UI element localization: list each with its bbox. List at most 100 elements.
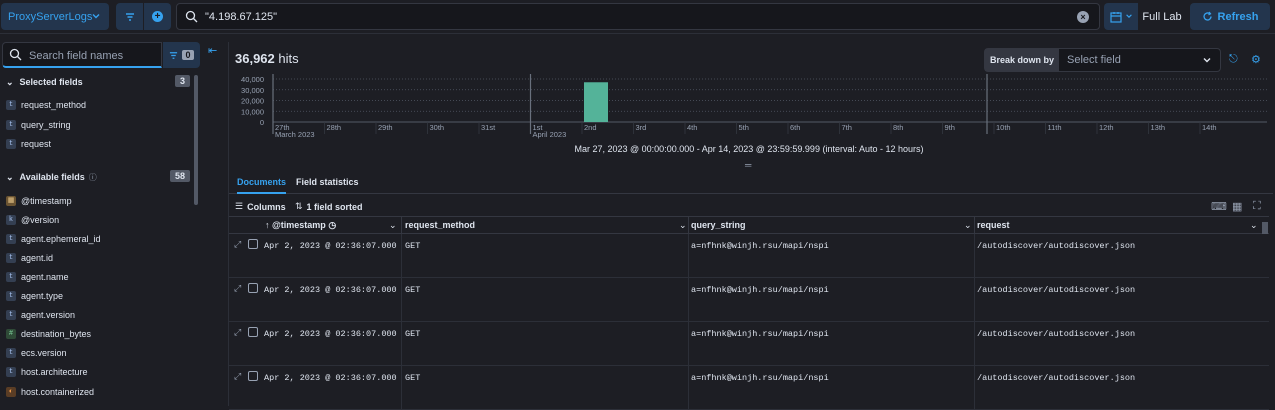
x-tick-label: 2nd — [584, 123, 597, 132]
histogram-chart[interactable]: 40,00030,00020,00010,000027thMarch 20232… — [229, 74, 1269, 174]
column-divider[interactable] — [401, 217, 402, 235]
top-bar: ProxyServerLogs + "4.198.67.125" × Full … — [0, 0, 1275, 34]
boolean-type-icon: ◐ — [6, 387, 16, 397]
field-item[interactable]: t request — [6, 136, 51, 152]
text-type-icon: t — [6, 139, 16, 149]
sidebar-scrollbar[interactable] — [194, 75, 198, 205]
field-item[interactable]: t agent.name — [6, 269, 69, 285]
expand-icon[interactable]: ⤢ — [234, 239, 241, 250]
available-fields-header[interactable]: ⌄ Available fields ⓘ 58 — [6, 169, 190, 185]
x-tick-label: 3rd — [636, 123, 647, 132]
column-divider — [688, 322, 689, 366]
refresh-button[interactable]: Refresh — [1190, 3, 1270, 30]
chevron-down-icon: ⌄ — [6, 76, 14, 87]
cell-request: /autodiscover/autodiscover.json — [977, 373, 1136, 383]
field-sidebar: Search field names 0 ⇤ ⌄ Selected fields… — [0, 35, 224, 406]
x-tick-label: 14th — [1202, 123, 1217, 132]
row-checkbox[interactable] — [248, 327, 258, 337]
filter-menu-button[interactable] — [116, 3, 143, 30]
column-divider — [974, 366, 975, 410]
tab-field-statistics[interactable]: Field statistics — [296, 177, 359, 187]
breakdown-value: Select field — [1059, 49, 1220, 71]
column-divider[interactable] — [688, 217, 689, 235]
row-checkbox[interactable] — [248, 239, 258, 249]
expand-icon[interactable]: ⤢ — [234, 371, 241, 382]
x-tick-label: 5th — [739, 123, 749, 132]
row-checkbox[interactable] — [248, 283, 258, 293]
field-item[interactable]: k @version — [6, 212, 59, 228]
field-item[interactable]: t request_method — [6, 97, 86, 113]
field-item[interactable]: t ecs.version — [6, 345, 67, 361]
documents-grid: ↑ @timestamp ◷ ⌄ request_method ⌄ query_… — [229, 216, 1269, 410]
table-row[interactable]: ⤢ Apr 2, 2023 @ 02:36:07.000 GET a=nfhnk… — [229, 366, 1269, 410]
chevron-down-icon[interactable]: ⌄ — [1250, 220, 1258, 231]
keyboard-icon[interactable]: ⌨ — [1211, 200, 1227, 213]
data-view-label: ProxyServerLogs — [8, 10, 93, 23]
field-item[interactable]: t agent.version — [6, 307, 75, 323]
column-header-timestamp[interactable]: ↑ @timestamp ◷ — [265, 220, 336, 231]
data-view-picker[interactable]: ProxyServerLogs — [1, 3, 109, 30]
chevron-down-icon[interactable]: ⌄ — [389, 220, 397, 231]
field-item[interactable]: t query_string — [6, 117, 71, 133]
field-item[interactable]: # destination_bytes — [6, 326, 91, 342]
visualize-icon[interactable]: ⎋ — [1229, 53, 1238, 66]
column-header-request[interactable]: request — [977, 220, 1010, 230]
column-header-request-method[interactable]: request_method — [405, 220, 475, 230]
row-checkbox[interactable] — [248, 371, 258, 381]
add-filter-button[interactable]: + — [144, 3, 171, 30]
field-item[interactable]: t agent.type — [6, 288, 63, 304]
field-type-filter-button[interactable]: 0 — [163, 42, 200, 68]
chevron-down-icon[interactable]: ⌄ — [964, 220, 972, 231]
resize-handle-icon[interactable]: ═ — [745, 160, 751, 170]
grid-scrollbar[interactable] — [1262, 222, 1268, 234]
column-divider — [401, 366, 402, 410]
field-item[interactable]: t host.architecture — [6, 364, 88, 380]
cell-timestamp: Apr 2, 2023 @ 02:36:07.000 — [264, 373, 397, 383]
cell-query-string: a=nfhnk@winjh.rsu/mapi/nspi — [691, 329, 829, 339]
sort-icon: ⇅ — [295, 201, 303, 211]
x-tick-label: 12th — [1099, 123, 1114, 132]
cell-timestamp: Apr 2, 2023 @ 02:36:07.000 — [264, 285, 397, 295]
calendar-icon — [1109, 11, 1122, 23]
table-row[interactable]: ⤢ Apr 2, 2023 @ 02:36:07.000 GET a=nfhnk… — [229, 322, 1269, 366]
field-search-input[interactable]: Search field names — [2, 42, 162, 68]
hits-count: 36,962 — [235, 51, 275, 66]
field-item[interactable]: ◐ host.containerized — [6, 384, 94, 400]
column-divider — [401, 278, 402, 322]
collapse-sidebar-icon[interactable]: ⇤ — [208, 44, 217, 57]
table-row[interactable]: ⤢ Apr 2, 2023 @ 02:36:07.000 GET a=nfhnk… — [229, 234, 1269, 278]
date-picker-button[interactable] — [1104, 3, 1138, 30]
gear-icon[interactable]: ⚙ — [1251, 53, 1261, 66]
date-range-label[interactable]: Full Lab — [1140, 3, 1184, 30]
interval-text: Mar 27, 2023 @ 00:00:00.000 - Apr 14, 20… — [574, 144, 924, 154]
columns-button[interactable]: ☰ Columns — [235, 201, 286, 212]
column-divider[interactable] — [974, 217, 975, 235]
clear-query-icon[interactable]: × — [1077, 11, 1089, 23]
histogram-bar — [584, 82, 608, 122]
query-input[interactable]: "4.198.67.125" × — [176, 3, 1100, 30]
tab-documents[interactable]: Documents — [237, 177, 287, 194]
view-tabs: Documents Field statistics — [229, 170, 1273, 194]
sort-button[interactable]: ⇅ 1 field sorted — [295, 201, 363, 212]
text-type-icon: t — [6, 310, 16, 320]
column-divider — [401, 322, 402, 366]
column-divider — [401, 234, 402, 278]
density-icon[interactable]: ▦ — [1232, 200, 1242, 213]
expand-icon[interactable]: ⤢ — [234, 283, 241, 294]
selected-fields-header[interactable]: ⌄ Selected fields 3 — [6, 74, 190, 90]
cell-timestamp: Apr 2, 2023 @ 02:36:07.000 — [264, 329, 397, 339]
field-item[interactable]: t agent.ephemeral_id — [6, 231, 101, 247]
expand-icon[interactable]: ⤢ — [234, 327, 241, 338]
x-tick-label: 9th — [945, 123, 955, 132]
x-tick-label: 29th — [378, 123, 393, 132]
column-header-query-string[interactable]: query_string — [691, 220, 746, 230]
number-type-icon: # — [6, 329, 16, 339]
breakdown-select[interactable]: Break down by Select field — [984, 48, 1221, 72]
fullscreen-icon[interactable]: ⛶ — [1253, 200, 1261, 213]
available-fields-count: 58 — [169, 170, 190, 182]
table-row[interactable]: ⤢ Apr 2, 2023 @ 02:36:07.000 GET a=nfhnk… — [229, 278, 1269, 322]
field-item[interactable]: ▦ @timestamp — [6, 193, 72, 209]
field-item[interactable]: t agent.id — [6, 250, 53, 266]
chevron-down-icon[interactable]: ⌄ — [679, 220, 687, 231]
filter-count-badge: 0 — [182, 50, 194, 60]
